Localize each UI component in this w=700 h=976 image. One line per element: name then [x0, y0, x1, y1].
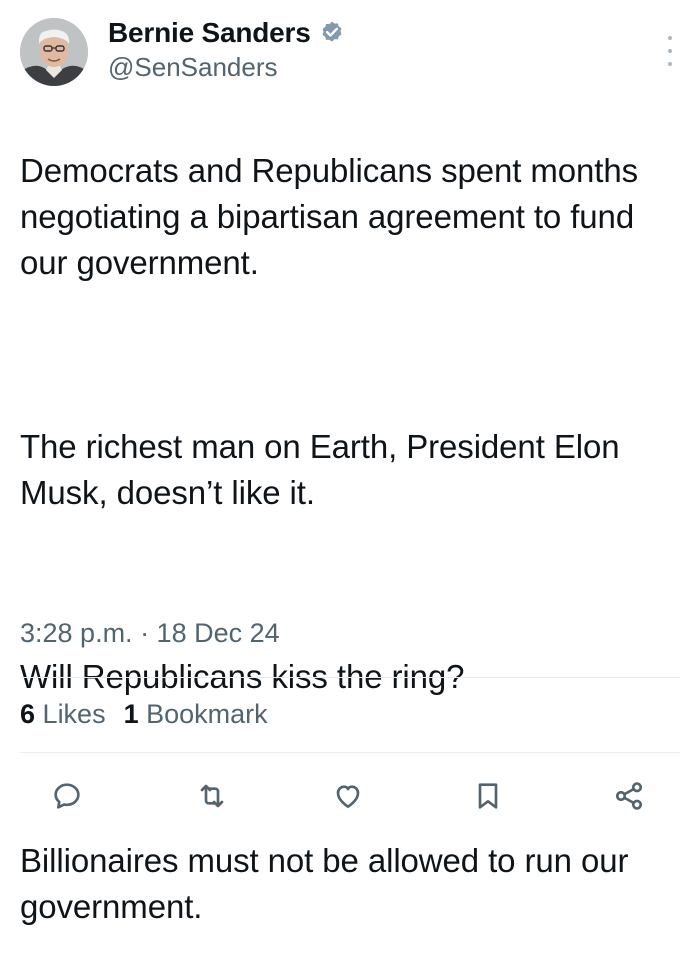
- tweet-text: Democrats and Republicans spent months n…: [20, 102, 690, 976]
- divider: [20, 677, 680, 678]
- reply-icon[interactable]: [49, 778, 85, 814]
- bookmarks-count: 1: [123, 699, 139, 729]
- bookmarks-label: Bookmark: [146, 699, 268, 729]
- bookmark-icon[interactable]: [470, 778, 506, 814]
- avatar[interactable]: [20, 18, 88, 86]
- author-names: Bernie Sanders @SenSanders: [108, 16, 345, 83]
- avatar-image: [20, 18, 88, 86]
- retweet-icon[interactable]: [194, 778, 230, 814]
- tweet-header: Bernie Sanders @SenSanders: [20, 16, 680, 88]
- display-name[interactable]: Bernie Sanders: [108, 17, 311, 49]
- more-options-icon[interactable]: [666, 36, 674, 66]
- divider: [20, 752, 680, 753]
- likes-label: Likes: [42, 699, 106, 729]
- verified-badge-icon: [319, 20, 345, 46]
- share-icon[interactable]: [611, 778, 647, 814]
- engagement-stats: 6 Likes 1 Bookmark: [20, 699, 268, 730]
- likes-stat[interactable]: 6 Likes: [20, 699, 106, 730]
- bookmarks-stat[interactable]: 1 Bookmark: [124, 699, 268, 730]
- handle[interactable]: @SenSanders: [108, 52, 345, 83]
- tweet-paragraph: Billionaires must not be allowed to run …: [20, 842, 629, 925]
- tweet-paragraph: Democrats and Republicans spent months n…: [20, 152, 639, 281]
- tweet-paragraph: The richest man on Earth, President Elon…: [20, 428, 620, 511]
- like-icon[interactable]: [330, 778, 366, 814]
- timestamp[interactable]: 3:28 p.m. · 18 Dec 24: [20, 618, 280, 649]
- likes-count: 6: [20, 699, 36, 729]
- action-bar: [0, 770, 700, 820]
